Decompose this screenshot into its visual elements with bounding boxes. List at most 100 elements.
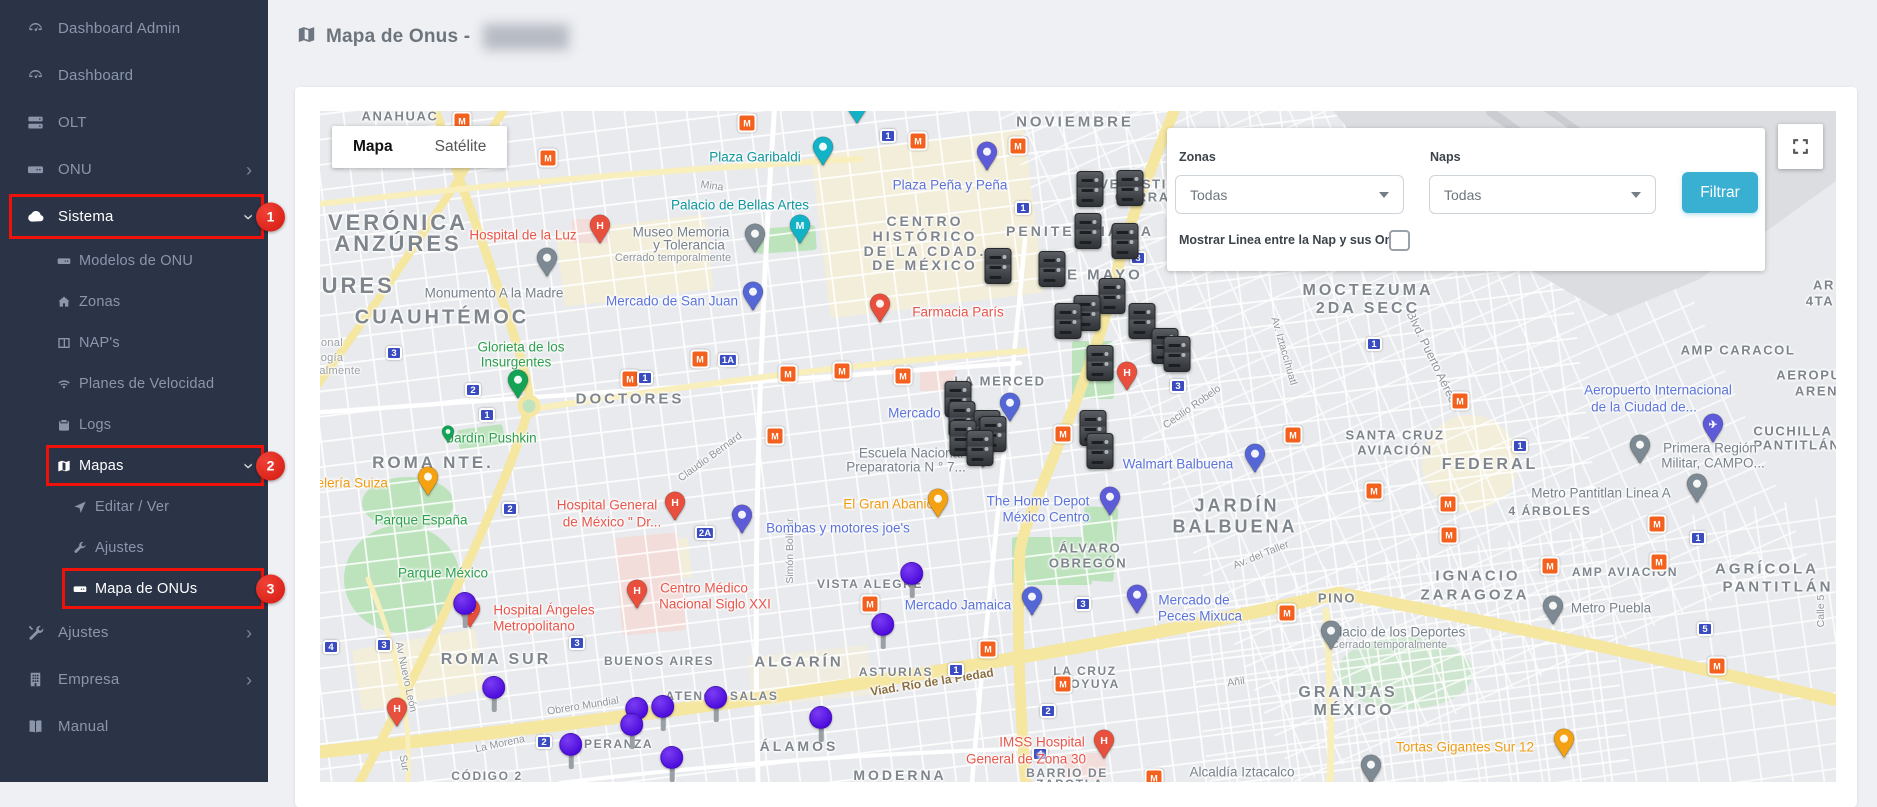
chevron-down-icon — [1631, 192, 1641, 198]
metro-station-icon: M — [1451, 392, 1470, 411]
sidebar-item-sistema[interactable]: Sistema›1 — [0, 193, 268, 240]
map-poi-label: Preparatoria N ° 7... — [846, 460, 965, 475]
onu-marker — [910, 573, 915, 598]
map-area-label: FEDERAL — [1442, 456, 1539, 474]
map-poi-label: Glorieta de los — [477, 340, 564, 355]
route-badge: 4 — [323, 640, 339, 654]
annotation-box — [9, 194, 264, 239]
map-area-label: IGNACIO — [1435, 568, 1520, 585]
map-pin-blue — [742, 281, 765, 312]
map-area-label: ASTURIAS — [859, 665, 933, 679]
chevron-right-icon: › — [246, 671, 252, 689]
chevron-right-icon: › — [246, 161, 252, 179]
map-pin-blue — [1021, 586, 1044, 617]
nap-marker — [1087, 433, 1114, 469]
sidebar-item-mapa-de-onus[interactable]: Mapa de ONUs3 — [0, 568, 268, 609]
map-icon — [56, 458, 72, 474]
map-street-label: Calle 5 — [1815, 595, 1827, 628]
map-street-label: Mina — [700, 178, 724, 193]
route-badge: 3 — [376, 638, 392, 652]
zonas-select[interactable]: Todas — [1175, 175, 1404, 214]
sidebar-item-modelos-de-onu[interactable]: Modelos de ONU — [0, 240, 268, 281]
show-line-checkbox[interactable] — [1389, 230, 1410, 251]
sidebar-item-dashboard-admin[interactable]: Dashboard Admin — [0, 5, 268, 52]
sidebar-item-ajustes[interactable]: Ajustes› — [0, 609, 268, 656]
chevron-down-icon — [1379, 192, 1389, 198]
metro-station-icon: M — [539, 149, 558, 168]
fullscreen-icon — [1791, 137, 1810, 156]
onu-marker — [569, 744, 574, 769]
metro-station-icon: M — [1284, 426, 1303, 445]
map-poi-label: Parque España — [374, 513, 467, 528]
sidebar-item-manual[interactable]: Manual — [0, 703, 268, 750]
onu-marker — [492, 687, 497, 712]
route-badge: 1A — [718, 353, 738, 367]
map-poi-label: Parque México — [398, 566, 488, 581]
map-poi-label: Farmacia París — [912, 305, 1004, 320]
sidebar-item-logs[interactable]: Logs — [0, 404, 268, 445]
sidebar-item-planes-de-velocidad[interactable]: Planes de Velocidad — [0, 363, 268, 404]
wrench-icon — [72, 540, 88, 556]
map-pin-red: H — [386, 697, 409, 728]
onu-marker — [819, 717, 824, 742]
naps-select[interactable]: Todas — [1429, 175, 1656, 214]
sidebar-item-empresa[interactable]: Empresa› — [0, 656, 268, 703]
route-badge: 3 — [386, 346, 402, 360]
map-poi-label: Monumento A la Madre — [425, 286, 564, 301]
map-pin-red: H — [589, 214, 612, 245]
onu-marker — [630, 724, 635, 749]
onu-marker — [670, 757, 675, 782]
sidebar-item-zonas[interactable]: Zonas — [0, 281, 268, 322]
map-pin-indigo — [1126, 584, 1149, 615]
sidebar-item-olt[interactable]: OLT — [0, 99, 268, 146]
onu-marker — [881, 624, 886, 649]
nap-marker — [1075, 213, 1102, 249]
map-street-label: Av. del Taller — [1231, 538, 1290, 571]
map-pin-teal — [846, 111, 869, 125]
map-area-label: MODERNA — [853, 767, 946, 782]
metro-station-icon: M — [1054, 425, 1073, 444]
arrow-icon — [72, 499, 88, 515]
sidebar-item-dashboard[interactable]: Dashboard — [0, 52, 268, 99]
map-area-label: ROMA SUR — [441, 651, 552, 669]
svg-text:H: H — [1123, 367, 1131, 379]
map-tab[interactable]: Mapa — [332, 126, 414, 168]
satellite-tab[interactable]: Satélite — [414, 126, 508, 168]
map-area-label: AGRÍCOLA — [1715, 561, 1819, 578]
map-area-label: PANTITLÁN — [1723, 579, 1834, 596]
map-poi-label: Militar, CAMPO... — [1661, 456, 1765, 471]
sidebar-item-editar-ver[interactable]: Editar / Ver — [0, 486, 268, 527]
filtrar-button[interactable]: Filtrar — [1682, 172, 1758, 213]
sidebar-item-nap-s[interactable]: NAP's — [0, 322, 268, 363]
map-area-label: ZURES — [320, 273, 395, 299]
map-street-label: Claudio Bernard — [676, 430, 744, 484]
zonas-label: Zonas — [1179, 150, 1216, 164]
sidebar-item-mapas[interactable]: Mapas›2 — [0, 445, 268, 486]
gauge-icon — [26, 19, 45, 38]
map-area-label: GRANJAS — [1298, 684, 1397, 702]
route-badge: 1 — [479, 408, 495, 422]
map-area-label: PINO — [1318, 591, 1356, 606]
route-badge: 1 — [948, 663, 964, 677]
naps-label: Naps — [1430, 150, 1461, 164]
sidebar-item-label: Sistema — [58, 208, 114, 225]
map-poi-label: de México " Dr... — [563, 515, 662, 530]
clipboard-icon — [56, 417, 72, 433]
map-poi-label: Mercado Jamaica — [905, 598, 1012, 613]
map-poi-label: Metropolitano — [493, 619, 575, 634]
metro-station-icon: M — [1365, 482, 1384, 501]
map-pin-orange — [417, 466, 440, 497]
map-poi-label: Aeropuerto Internacional — [1584, 383, 1732, 398]
sidebar-item-ajustes[interactable]: Ajustes — [0, 527, 268, 568]
map-street-label: Sur — [397, 754, 412, 772]
sidebar-item-onu[interactable]: ONU› — [0, 146, 268, 193]
metro-station-icon: M — [1009, 137, 1028, 156]
map-area-label: MOCTEZUMA — [1303, 282, 1434, 300]
svg-text:H: H — [596, 220, 604, 232]
annotation-badge: 3 — [256, 574, 285, 603]
sidebar-item-label: Dashboard — [58, 67, 133, 84]
route-badge: 1 — [1690, 531, 1706, 545]
map[interactable]: ANAHUACTLAXPANAVERÓNICAANZÚRESZURESCUAUH… — [320, 111, 1836, 782]
fullscreen-button[interactable] — [1778, 124, 1823, 169]
map-area-label: ÁLAMOS — [760, 738, 839, 754]
